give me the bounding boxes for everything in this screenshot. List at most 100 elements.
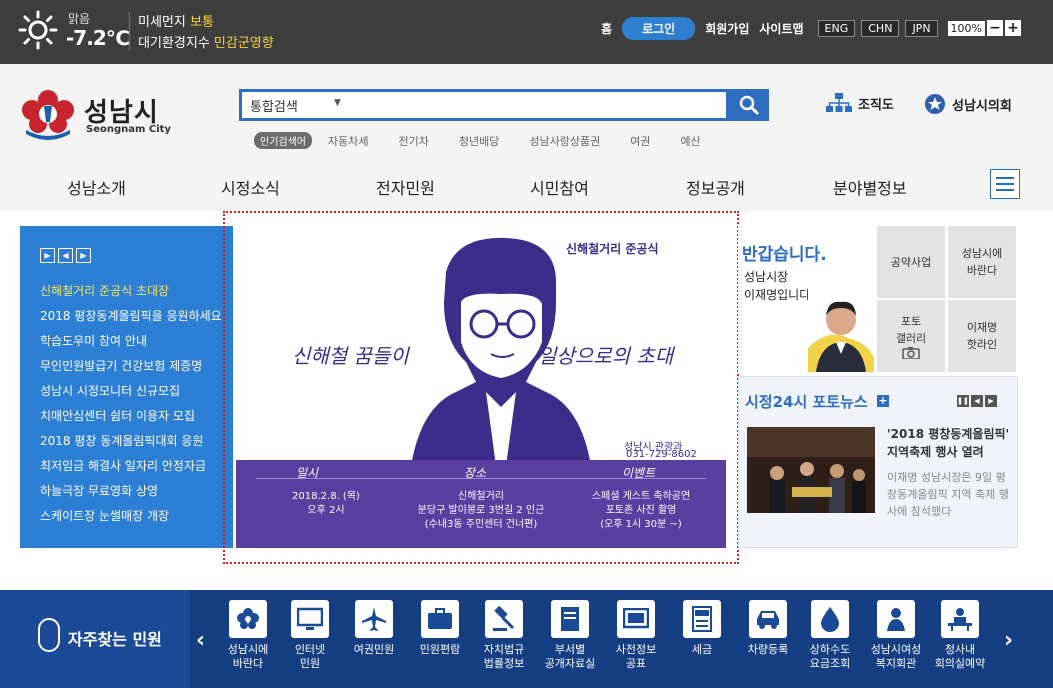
service-label: 인터넷 민원 — [294, 643, 326, 670]
service-label: 자치법규 법률정보 — [483, 643, 525, 670]
service-label: 차량등록 — [747, 643, 789, 656]
prev-icon[interactable]: ◀ — [971, 395, 983, 407]
notice-item[interactable]: 무인민원발급기 건강보험 제증명 — [40, 356, 225, 381]
top-bar: 맑음 -7.2℃ 미세먼지 보통 대기환경지수 민감군영향 홈 로그인 회원가입… — [0, 0, 1053, 64]
zoom-in-button[interactable]: + — [1005, 20, 1021, 36]
menu-icon[interactable] — [990, 169, 1020, 199]
pause-icon[interactable]: ❚❚ — [957, 395, 969, 407]
lang-jp-button[interactable]: JPN — [905, 19, 938, 37]
search-category-select[interactable]: 통합검색 — [250, 96, 298, 115]
keyword-link[interactable]: 성남사랑상품권 — [529, 133, 600, 149]
notice-item[interactable]: 하늘극장 무료영화 상영 — [40, 481, 225, 506]
petition-link[interactable]: 성남시에 바란다 — [948, 226, 1016, 298]
service-meeting-room[interactable]: 청사내 회의실예약 — [930, 600, 990, 671]
notice-item[interactable]: 성남시 시정모니터 신규모집 — [40, 381, 225, 406]
next-icon[interactable]: ▶ — [985, 395, 997, 407]
chevron-down-icon[interactable]: ▼ — [334, 98, 341, 108]
keyword-link[interactable]: 자동차세 — [328, 133, 368, 149]
service-vehicle[interactable]: 차량등록 — [738, 600, 798, 657]
notice-item[interactable]: 학습도우미 참여 안내 — [40, 331, 225, 356]
service-internet-civil[interactable]: 인터넷 민원 — [280, 600, 340, 671]
monitor-icon — [291, 600, 329, 638]
photo-news-panel: 시정24시 포토뉴스 + ❚❚ ◀ ▶ '2018 평창동계올림픽' 지역축제 … — [738, 376, 1018, 548]
notice-item[interactable]: 최저임금 해결사 일자리 안정자금 — [40, 456, 225, 481]
prev-icon[interactable]: ◀ — [58, 248, 73, 263]
notice-item[interactable]: 신해철거리 준공식 초대장 — [40, 281, 225, 306]
chevron-right-icon[interactable]: › — [1004, 628, 1013, 653]
hotline-link[interactable]: 이재명 핫라인 — [948, 300, 1016, 372]
photo-news-image[interactable] — [747, 427, 875, 513]
keyword-link[interactable]: 여권 — [630, 133, 650, 149]
notice-item[interactable]: 스케이트장 눈썰매장 개장 — [40, 506, 225, 531]
pledge-link[interactable]: 공약사업 — [877, 226, 945, 298]
keyword-link[interactable]: 전기차 — [398, 133, 428, 149]
org-chart-link[interactable]: 조직도 — [826, 93, 894, 113]
photo-gallery-link[interactable]: 포토 갤러리 — [877, 300, 945, 372]
nav-item-civil[interactable]: 전자민원 — [376, 175, 435, 199]
nav-item-news[interactable]: 시정소식 — [221, 175, 280, 199]
photo-news-title[interactable]: 시정24시 포토뉴스 — [745, 391, 868, 412]
service-dept-archive[interactable]: 부서별 공개자료실 — [540, 600, 600, 671]
flower-icon — [229, 600, 267, 638]
search-input[interactable] — [362, 94, 722, 116]
service-label: 사전정보 공표 — [615, 643, 657, 670]
notice-controls: ▶ ◀ ▶ — [40, 248, 91, 263]
divider — [129, 12, 130, 50]
frequent-services-title: 자주찾는 민원 — [68, 630, 162, 649]
briefcase-icon — [421, 600, 459, 638]
focus-outline — [223, 211, 739, 564]
document-icon — [551, 600, 589, 638]
notice-item[interactable]: 치매안심센터 쉼터 이용자 모집 — [40, 406, 225, 431]
join-link[interactable]: 회원가입 — [705, 20, 749, 37]
tax-icon — [683, 600, 721, 638]
nav-item-intro[interactable]: 성남소개 — [67, 175, 126, 199]
service-petition[interactable]: 성남시에 바란다 — [218, 600, 278, 671]
service-water-bill[interactable]: 상하수도 요금조회 — [800, 600, 860, 671]
service-handbook[interactable]: 민원편람 — [410, 600, 470, 657]
notice-item[interactable]: 2018 평창동계올림픽을 응원하세요 — [40, 306, 225, 331]
popular-label: 인기검색어 — [254, 132, 312, 149]
mayor-greeting[interactable]: 반갑습니다. 성남시장 이재명입니다. — [738, 226, 874, 372]
next-icon[interactable]: ▶ — [76, 248, 91, 263]
more-icon[interactable]: + — [877, 395, 889, 407]
chevron-left-icon[interactable]: ‹ — [196, 628, 205, 653]
photo-news-body: 이재명 성남시장은 9일 평창동계올림픽 지역 축제 행사에 참석했다 — [887, 471, 1009, 518]
air-status: 대기환경지수 민감군영향 — [138, 32, 274, 51]
search-button[interactable] — [729, 89, 769, 121]
keyword-link[interactable]: 예산 — [680, 133, 700, 149]
keyword-link[interactable]: 청년배당 — [459, 133, 499, 149]
frequent-services-header: 자주찾는 민원 — [0, 590, 190, 688]
city-council-label: 성남시의회 — [952, 98, 1012, 114]
popular-keywords: 인기검색어 자동차세 전기차 청년배당 성남사랑상품권 여권 예산 — [254, 132, 701, 149]
photo-news-headline[interactable]: '2018 평창동계올림픽' 지역축제 행사 열려 — [887, 425, 1015, 461]
search-icon — [739, 95, 759, 115]
sun-icon — [18, 10, 58, 50]
login-button[interactable]: 로그인 — [622, 16, 696, 40]
notice-item[interactable]: 2018 평창 동계올림픽대회 응원 — [40, 431, 225, 456]
air-label: 대기환경지수 — [138, 36, 210, 51]
greeting-line2: 이재명입니다. — [744, 288, 815, 302]
pledge-label: 공약사업 — [890, 255, 932, 269]
org-chart-label: 조직도 — [858, 97, 894, 113]
service-passport[interactable]: 여권민원 — [344, 600, 404, 657]
lang-en-button[interactable]: ENG — [817, 19, 856, 37]
air-value: 민감군영향 — [213, 36, 274, 51]
sitemap-link[interactable]: 사이트맵 — [759, 20, 803, 37]
home-link[interactable]: 홈 — [601, 20, 612, 37]
dust-label: 미세먼지 — [138, 15, 186, 30]
service-label: 민원편람 — [419, 643, 461, 656]
hotline-label-2: 핫라인 — [966, 338, 998, 351]
service-pre-disclosure[interactable]: 사전정보 공표 — [606, 600, 666, 671]
service-women-welfare[interactable]: 성남시여성 복지회관 — [866, 600, 926, 671]
service-ordinance[interactable]: 자치법규 법률정보 — [474, 600, 534, 671]
lang-cn-button[interactable]: CHN — [861, 19, 900, 37]
city-council-link[interactable]: 성남시의회 — [924, 93, 1012, 115]
site-logo-subtitle: Seongnam City — [86, 124, 171, 135]
nav-item-participation[interactable]: 시민참여 — [530, 175, 589, 199]
nav-item-field-info[interactable]: 분야별정보 — [833, 175, 907, 199]
zoom-out-button[interactable]: − — [987, 20, 1003, 36]
city-emblem-icon[interactable] — [18, 86, 78, 142]
nav-item-disclosure[interactable]: 정보공개 — [686, 175, 745, 199]
play-icon[interactable]: ▶ — [40, 248, 55, 263]
service-tax[interactable]: 세금 — [672, 600, 732, 657]
